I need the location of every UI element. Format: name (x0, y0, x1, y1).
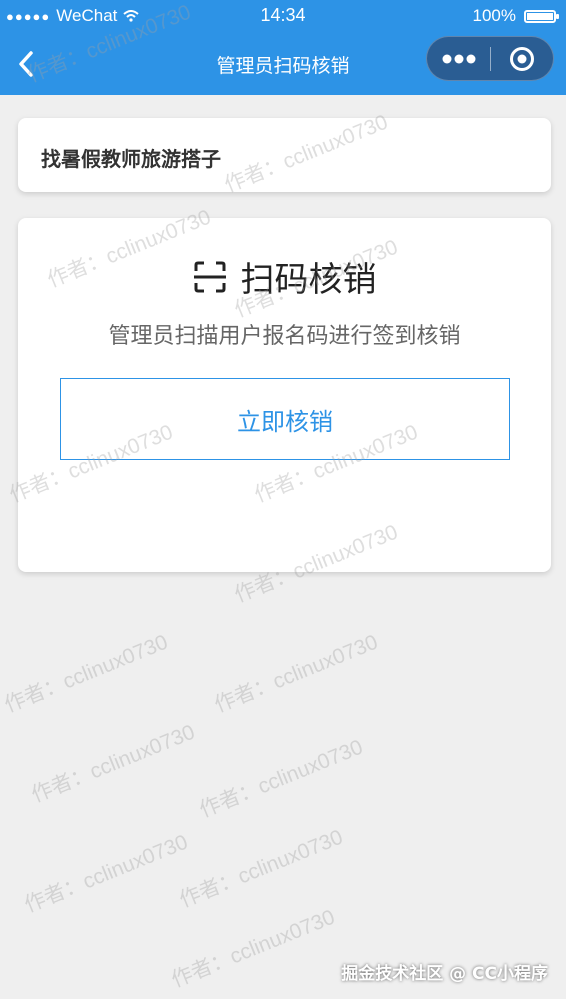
target-close-icon (510, 46, 534, 71)
status-right: 100% (472, 6, 559, 26)
event-title-card: 找暑假教师旅游搭子 (18, 118, 551, 192)
scan-heading-label: 扫码核销 (240, 260, 377, 300)
event-title: 找暑假教师旅游搭子 (41, 147, 221, 171)
close-mini-program-button[interactable] (491, 46, 553, 72)
watermark: 作者：cclinux0730 (168, 905, 339, 993)
footer-attribution: 掘金技术社区 @ CC小程序 (341, 964, 548, 984)
scan-card: 扫码核销 管理员扫描用户报名码进行签到核销 立即核销 (18, 218, 551, 572)
more-dots-icon (442, 54, 475, 64)
scan-description: 管理员扫描用户报名码进行签到核销 (108, 324, 461, 349)
watermark: 作者：cclinux0730 (211, 630, 382, 718)
more-button[interactable] (427, 49, 490, 68)
watermark: 作者：cclinux0730 (176, 825, 347, 913)
mini-program-capsule (426, 36, 554, 81)
watermark: 作者：cclinux0730 (21, 830, 192, 918)
verify-now-button[interactable]: 立即核销 (60, 378, 510, 460)
battery-label: 100% (472, 6, 516, 25)
watermark: 作者：cclinux0730 (196, 735, 367, 823)
nav-bar: 管理员扫码核销 (0, 32, 566, 95)
battery-icon (524, 9, 559, 23)
watermark: 作者：cclinux0730 (1, 630, 172, 718)
watermark: 作者：cclinux0730 (28, 720, 199, 808)
status-bar: ●●●●● WeChat 14:34 100% (0, 0, 566, 32)
scan-heading: 扫码核销 (18, 252, 551, 301)
scan-icon (193, 261, 226, 292)
